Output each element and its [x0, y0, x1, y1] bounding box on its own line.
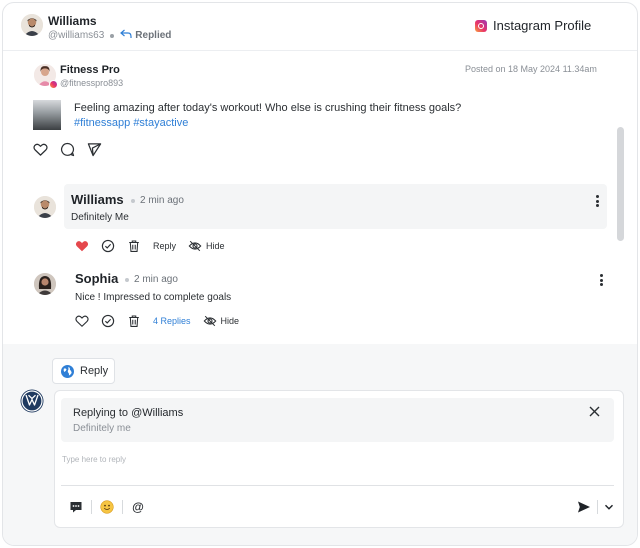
comment-icon[interactable]: [60, 142, 75, 157]
comment-avatar: [34, 273, 56, 295]
comment-time-label: 2 min ago: [140, 195, 184, 206]
conversation-header: Williams @williams63 Replied Instagram P…: [3, 3, 637, 51]
heart-icon[interactable]: [75, 314, 89, 328]
replied-status: Replied: [120, 29, 171, 42]
post-actions: [33, 142, 102, 157]
replying-to-label: Replying to @Williams: [73, 407, 183, 419]
scrollbar-thumb[interactable]: [617, 127, 624, 241]
heart-filled-icon[interactable]: [75, 239, 89, 253]
heart-icon[interactable]: [33, 142, 48, 157]
trash-icon[interactable]: [127, 239, 141, 253]
send-icon[interactable]: [87, 142, 102, 157]
comment-hide-label: Hide: [220, 316, 240, 326]
saved-replies-icon[interactable]: [69, 500, 83, 514]
instagram-badge-icon: [49, 80, 58, 89]
replying-to-box: [61, 398, 614, 442]
comment-bubble: [64, 184, 607, 229]
send-controls: [577, 500, 614, 514]
avatar: [21, 14, 43, 36]
post-hashtags[interactable]: #fitnessapp #stayactive: [74, 117, 188, 129]
chevron-down-icon[interactable]: [604, 502, 614, 512]
comment-more-icon[interactable]: [595, 195, 599, 207]
separator-dot: [125, 277, 129, 282]
check-circle-icon[interactable]: [101, 314, 115, 328]
replying-to-prefix: Replying to: [73, 407, 132, 419]
brand-logo: [20, 389, 44, 413]
comment-hide-button[interactable]: Hide: [188, 239, 225, 253]
reply-input[interactable]: [61, 452, 614, 486]
toolbar-divider: [91, 500, 92, 514]
mention-icon[interactable]: @: [131, 500, 145, 514]
toolbar-divider: [597, 500, 598, 514]
post-author-name: Fitness Pro: [60, 64, 120, 76]
header-meta: @williams63 Replied: [48, 29, 171, 42]
header-handle: @williams63: [48, 30, 105, 41]
close-icon[interactable]: [589, 406, 600, 417]
toolbar-divider: [122, 500, 123, 514]
view-replies-button[interactable]: 4 Replies: [153, 316, 191, 326]
instagram-icon: [475, 19, 487, 32]
post-timestamp: Posted on 18 May 2024 11.34am: [465, 64, 597, 74]
replied-label: Replied: [135, 30, 172, 41]
composer-toolbar: @: [69, 500, 145, 514]
reply-tab-label: Reply: [80, 365, 109, 377]
comment-actions: 4 Replies Hide: [75, 314, 239, 328]
comment-time: 2 min ago: [131, 195, 184, 206]
instagram-profile-label: Instagram Profile: [493, 18, 592, 33]
comment-more-icon[interactable]: [599, 274, 603, 286]
trash-icon[interactable]: [127, 314, 141, 328]
comment-hide-label: Hide: [206, 241, 225, 251]
comment-author: Williams: [71, 192, 124, 207]
post-caption: Feeling amazing after today's workout! W…: [74, 102, 462, 114]
comment-reply-button[interactable]: Reply: [153, 241, 176, 251]
check-circle-icon[interactable]: [101, 239, 115, 253]
instagram-profile-link[interactable]: Instagram Profile: [475, 18, 591, 33]
eye-off-icon: [188, 239, 202, 253]
reply-arrow-icon: [120, 29, 132, 42]
comment-text: Nice ! Impressed to complete goals: [75, 292, 232, 303]
eye-off-icon: [203, 314, 217, 328]
comment-text: Definitely Me: [71, 212, 129, 223]
comment-avatar: [34, 196, 56, 218]
separator-dot: [131, 198, 135, 203]
comment-author: Sophia: [75, 271, 119, 286]
conversation-panel: Williams @williams63 Replied Instagram P…: [2, 2, 638, 546]
header-name: Williams: [48, 14, 97, 28]
post-author-handle: @fitnesspro893: [60, 78, 124, 88]
comment-time: 2 min ago: [125, 274, 178, 285]
globe-icon: [61, 364, 74, 378]
comment-time-label: 2 min ago: [134, 274, 178, 285]
send-button[interactable]: [577, 500, 591, 514]
emoji-icon[interactable]: [100, 500, 114, 514]
post-image[interactable]: [33, 100, 61, 130]
separator-dot: [110, 33, 115, 38]
comment-hide-button[interactable]: Hide: [203, 314, 240, 328]
replying-to-snippet: Definitely me: [73, 423, 131, 434]
reply-tab[interactable]: Reply: [52, 358, 115, 384]
replying-to-user: @Williams: [131, 407, 184, 419]
comment-actions: Reply Hide: [75, 239, 225, 253]
